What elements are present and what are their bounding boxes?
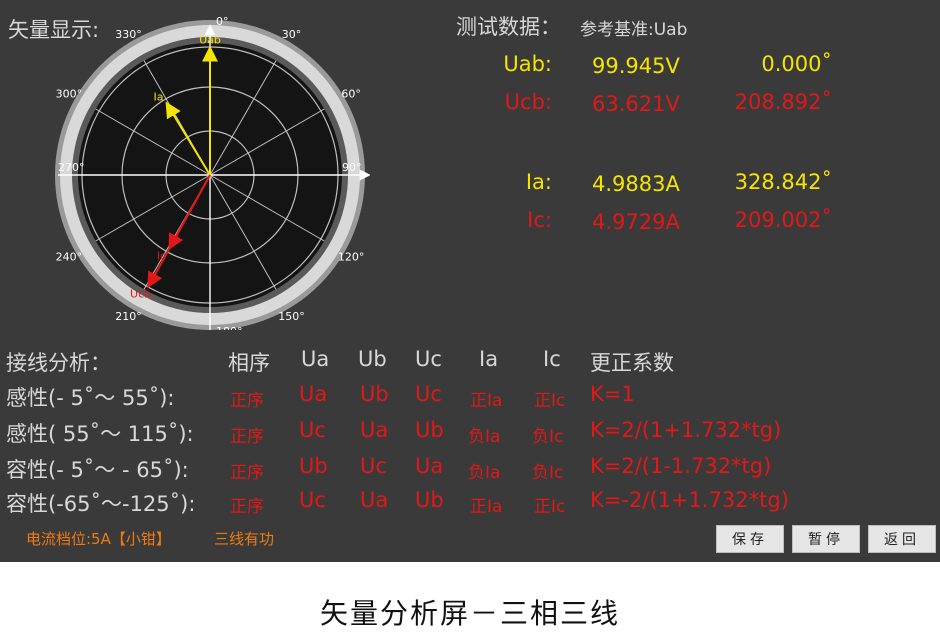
header-ia: Ia (479, 347, 499, 371)
row-correction: K=2/(1+1.732*tg) (590, 418, 782, 442)
row-ic: 正Ic (534, 497, 566, 517)
angle-label: 60° (341, 88, 361, 101)
row-ua: Uc (299, 488, 326, 512)
ucb-magnitude: 63.621V (592, 92, 680, 116)
angle-label: 330° (115, 28, 142, 41)
row-ic: 负Ic (532, 427, 564, 447)
row-condition: 容性(- 5˚～ - 65˚): (6, 458, 189, 482)
uab-label: Uab: (503, 52, 552, 76)
row-condition: 感性( 55˚～ 115˚): (6, 422, 194, 446)
phasor-diagram: 0° 30° 60° 90° 120° 150° 180° 210° 240° 270° 300° 3… (55, 15, 370, 330)
header-phase-sequence: 相序 (228, 351, 270, 375)
row-ua: Ua (299, 382, 328, 406)
row-ua: Uc (299, 418, 326, 442)
ic-angle: 209.002˚ (734, 208, 832, 232)
angle-label: 300° (56, 88, 83, 101)
ia-label: Ia: (525, 170, 552, 194)
row-ub: Ub (360, 382, 389, 406)
ic-label: Ic: (527, 208, 552, 232)
row-uc: Ua (415, 454, 444, 478)
row-phase-sequence: 正序 (230, 463, 264, 483)
row-uc: Uc (415, 382, 442, 406)
vector-label-ia: Ia (153, 90, 163, 103)
back-button[interactable]: 返回 (868, 525, 936, 553)
uab-angle: 0.000˚ (761, 52, 832, 76)
ia-magnitude: 4.9883A (592, 172, 680, 196)
header-uc: Uc (415, 347, 442, 371)
row-phase-sequence: 正序 (230, 427, 264, 447)
row-ub: Ua (360, 418, 389, 442)
wiring-mode-status: 三线有功 (214, 530, 275, 548)
row-phase-sequence: 正序 (230, 391, 264, 411)
measurement-title: 测试数据： (456, 15, 561, 39)
header-ub: Ub (358, 347, 387, 371)
vector-label-uab: Uab (199, 34, 221, 47)
row-correction: K=-2/(1+1.732*tg) (590, 488, 789, 512)
row-ia: 负Ia (468, 427, 501, 447)
angle-label: 150° (278, 310, 305, 323)
row-ia: 正Ia (470, 497, 503, 517)
pause-button[interactable]: 暂停 (792, 525, 860, 553)
angle-label: 30° (282, 28, 302, 41)
row-correction: K=2/(1-1.732*tg) (590, 454, 772, 478)
analysis-title: 接线分析： (6, 351, 111, 375)
row-correction: K=1 (590, 382, 635, 406)
angle-label: 240° (56, 251, 83, 264)
instrument-screen: 矢量显示: 0°30°60°90°120°150°180°210°240°270… (0, 0, 940, 562)
row-ua: Ub (299, 454, 328, 478)
ucb-angle: 208.892˚ (734, 90, 832, 114)
ucb-label: Ucb: (504, 90, 552, 114)
figure-caption: 矢量分析屏－三相三线 (319, 597, 620, 630)
angle-label: 120° (338, 251, 365, 264)
phasor-dial (55, 20, 370, 330)
row-ic: 正Ic (534, 391, 566, 411)
ic-magnitude: 4.9729A (592, 210, 680, 234)
row-phase-sequence: 正序 (230, 497, 264, 517)
save-button[interactable]: 保存 (716, 525, 784, 553)
row-ic: 负Ic (532, 463, 564, 483)
uab-magnitude: 99.945V (592, 54, 680, 78)
row-ia: 负Ia (468, 463, 501, 483)
angle-label: 90° (342, 161, 362, 174)
row-ia: 正Ia (470, 391, 503, 411)
header-correction-factor: 更正系数 (590, 351, 674, 375)
angle-label: 180° (216, 325, 243, 330)
angle-label: 210° (115, 310, 142, 323)
header-ic: Ic (543, 347, 561, 371)
row-condition: 感性(- 5˚～ 55˚): (6, 386, 175, 410)
row-uc: Ub (415, 488, 444, 512)
angle-label: 270° (58, 161, 85, 174)
current-range-status: 电流档位:5A【小钳】 (26, 530, 171, 548)
row-ub: Uc (360, 454, 387, 478)
row-condition: 容性(-65˚～-125˚): (6, 492, 196, 516)
vector-label-ic: Ic (157, 249, 166, 262)
ia-angle: 328.842˚ (734, 170, 832, 194)
row-uc: Ub (415, 418, 444, 442)
header-ua: Ua (301, 347, 330, 371)
vector-label-ucb: Ucb (130, 288, 151, 301)
row-ub: Ua (360, 488, 389, 512)
angle-label: 0° (216, 15, 229, 28)
reference-label: 参考基准:Uab (580, 20, 688, 40)
